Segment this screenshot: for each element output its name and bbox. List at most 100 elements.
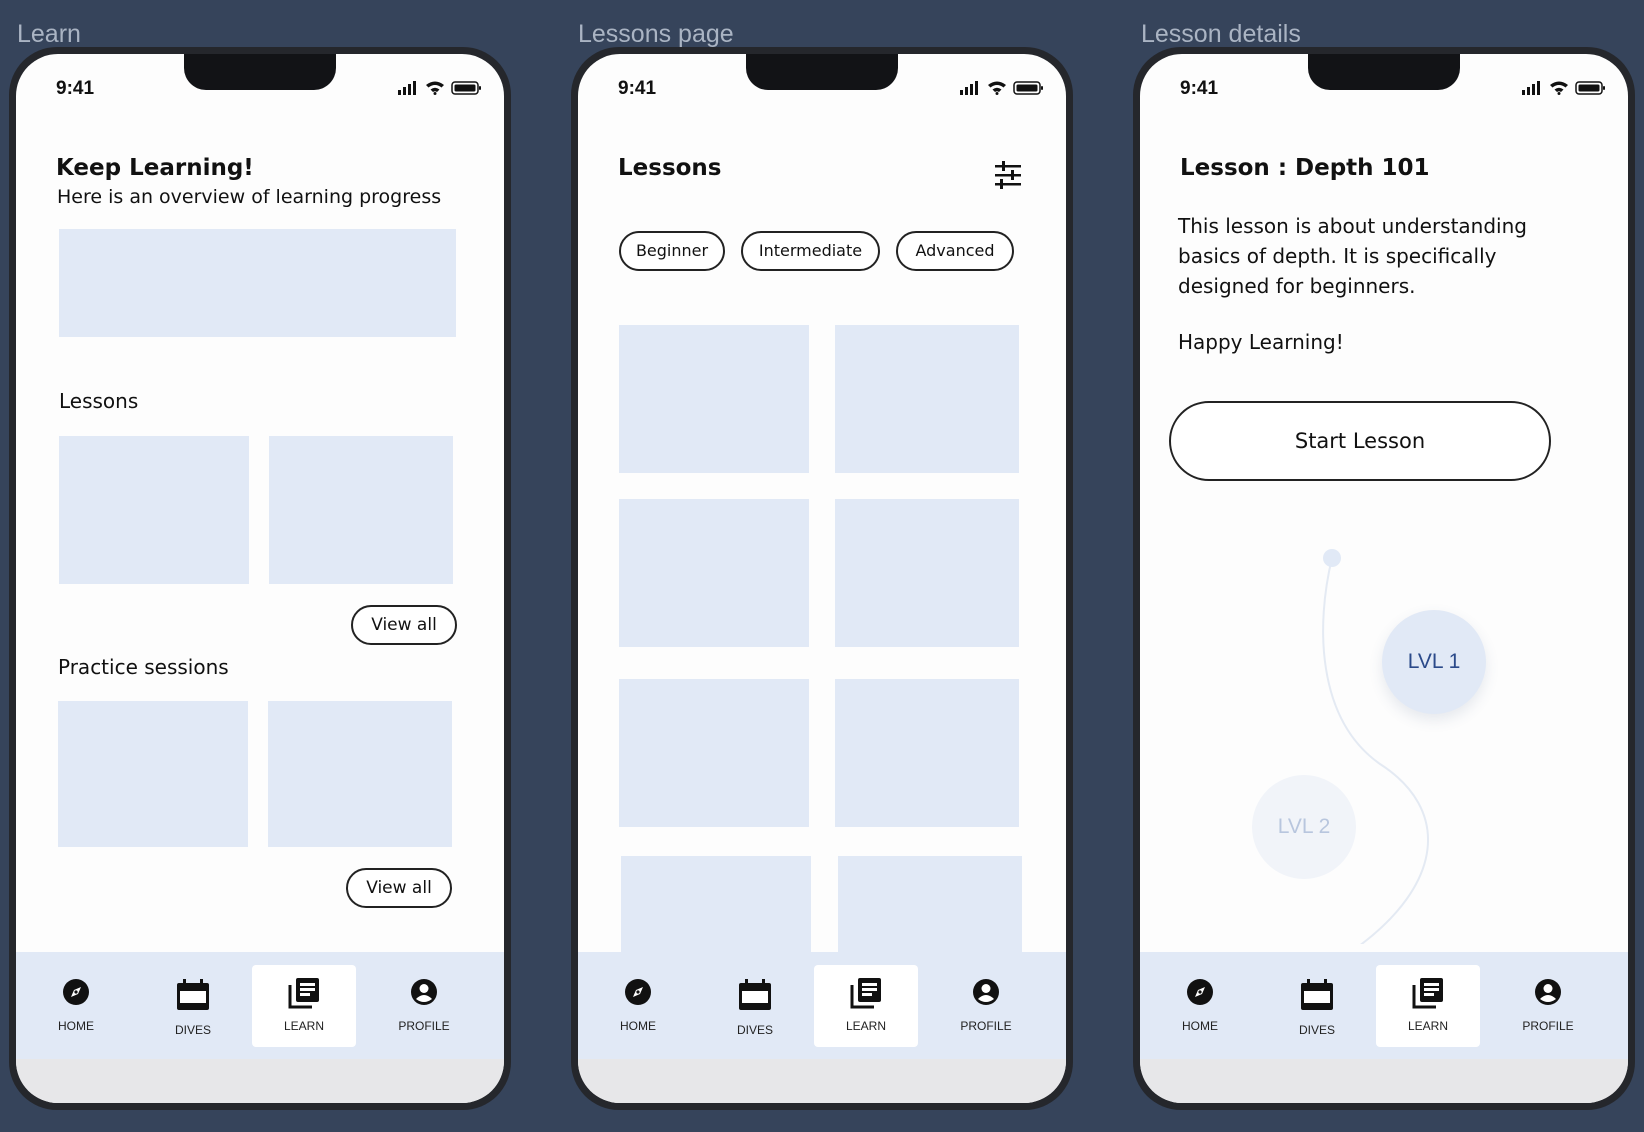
tab-bar: HOME DIVES LEARN PROFILE	[16, 952, 504, 1059]
compass-icon	[625, 979, 651, 1005]
description-line: designed for beginners.	[1178, 274, 1416, 298]
tab-label: HOME	[1182, 1019, 1218, 1033]
calendar-icon	[1301, 979, 1333, 1010]
page-title: Lessons	[618, 155, 722, 181]
tab-profile[interactable]: PROFILE	[1496, 965, 1600, 1047]
tab-learn[interactable]: LEARN	[1376, 965, 1480, 1047]
tab-label: LEARN	[1407, 1019, 1448, 1033]
tab-dives[interactable]: DIVES	[1265, 965, 1369, 1047]
tab-label: PROFILE	[960, 1019, 1012, 1033]
start-lesson-button[interactable]: Start Lesson	[1169, 401, 1551, 481]
lessons-view-all-button[interactable]: View all	[351, 605, 457, 645]
notch	[746, 54, 898, 90]
practice-sessions-heading: Practice sessions	[58, 655, 229, 679]
tab-home[interactable]: HOME	[1148, 965, 1252, 1047]
screen-lesson-details: 9:41 Lesson : Depth 101 This lesson is a…	[1140, 54, 1628, 1103]
wifi-icon	[1550, 81, 1568, 95]
battery-icon	[451, 81, 481, 95]
tab-dives[interactable]: DIVES	[141, 965, 245, 1047]
page-subtitle: Here is an overview of learning progress	[57, 186, 442, 208]
lesson-description: This lesson is about understanding basic…	[1178, 211, 1527, 301]
tab-learn[interactable]: LEARN	[814, 965, 918, 1047]
calendar-icon	[177, 979, 209, 1010]
tab-label: DIVES	[1298, 1023, 1335, 1037]
notch	[1308, 54, 1460, 90]
tab-label: LEARN	[283, 1019, 324, 1033]
tab-label: LEARN	[845, 1019, 886, 1033]
tab-label: PROFILE	[398, 1019, 450, 1033]
practice-card[interactable]	[268, 701, 452, 847]
lessons-heading: Lessons	[59, 389, 139, 413]
practice-view-all-button[interactable]: View all	[346, 868, 452, 908]
frame-label-learn: Learn	[17, 20, 81, 48]
level-1-node[interactable]: LVL 1	[1382, 610, 1486, 714]
tab-profile[interactable]: PROFILE	[372, 965, 476, 1047]
sliders-icon[interactable]	[994, 161, 1022, 189]
tab-profile[interactable]: PROFILE	[934, 965, 1038, 1047]
filter-intermediate[interactable]: Intermediate	[741, 231, 880, 271]
signal-icon	[1522, 81, 1540, 95]
status-icons	[1522, 81, 1605, 95]
screen-learn: 9:41 Keep Learning! Here is an overview …	[16, 54, 504, 1103]
tab-bar: HOME DIVES LEARN PROFILE	[1140, 952, 1628, 1059]
tab-learn[interactable]: LEARN	[252, 965, 356, 1047]
battery-icon	[1575, 81, 1605, 95]
frame-label-lessons-page: Lessons page	[578, 20, 734, 48]
screen-lessons-page: 9:41 Lessons Beginner Intermediate Advan…	[578, 54, 1066, 1103]
user-circle-icon	[1535, 979, 1561, 1005]
lesson-greeting: Happy Learning!	[1178, 330, 1344, 354]
phone-learn: 9:41 Keep Learning! Here is an overview …	[9, 47, 511, 1110]
filter-advanced[interactable]: Advanced	[896, 231, 1014, 271]
user-circle-icon	[973, 979, 999, 1005]
filter-beginner[interactable]: Beginner	[619, 231, 725, 271]
library-icon	[288, 978, 319, 1009]
calendar-icon	[739, 979, 771, 1010]
status-time: 9:41	[56, 78, 95, 99]
phone-lessons-page: 9:41 Lessons Beginner Intermediate Advan…	[571, 47, 1073, 1110]
level-path	[1322, 549, 1429, 944]
tab-label: HOME	[620, 1019, 656, 1033]
lesson-card[interactable]	[619, 679, 809, 827]
library-icon	[850, 978, 881, 1009]
tab-label: DIVES	[174, 1023, 211, 1037]
lesson-card[interactable]	[835, 679, 1019, 827]
notch	[184, 54, 336, 90]
library-icon	[1412, 978, 1443, 1009]
practice-card[interactable]	[58, 701, 248, 847]
wifi-icon	[426, 81, 444, 95]
level-2-node[interactable]: LVL 2	[1252, 775, 1356, 879]
status-time: 9:41	[1180, 78, 1219, 99]
tab-home[interactable]: HOME	[586, 965, 690, 1047]
phone-lesson-details: 9:41 Lesson : Depth 101 This lesson is a…	[1133, 47, 1635, 1110]
battery-icon	[1013, 81, 1043, 95]
signal-icon	[960, 81, 978, 95]
lesson-card[interactable]	[835, 499, 1019, 647]
tab-bar: HOME DIVES LEARN PROFILE	[578, 952, 1066, 1059]
tab-label: DIVES	[736, 1023, 773, 1037]
signal-icon	[398, 81, 416, 95]
status-icons	[398, 81, 481, 95]
lesson-card[interactable]	[269, 436, 453, 584]
tab-home[interactable]: HOME	[24, 965, 128, 1047]
lesson-card[interactable]	[59, 436, 249, 584]
lesson-card[interactable]	[619, 325, 809, 473]
compass-icon	[1187, 979, 1213, 1005]
home-indicator-area	[16, 1059, 504, 1103]
progress-overview-card[interactable]	[59, 229, 456, 337]
home-indicator-area	[1140, 1059, 1628, 1103]
tab-label: PROFILE	[1522, 1019, 1574, 1033]
description-line: This lesson is about understanding	[1178, 214, 1527, 238]
page-title: Keep Learning!	[56, 155, 254, 181]
tab-label: HOME	[58, 1019, 94, 1033]
lesson-card[interactable]	[835, 325, 1019, 473]
status-time: 9:41	[618, 78, 657, 99]
frame-label-lesson-details: Lesson details	[1141, 20, 1301, 48]
description-line: basics of depth. It is specifically	[1178, 244, 1497, 268]
lesson-title: Lesson : Depth 101	[1180, 155, 1430, 181]
compass-icon	[63, 979, 89, 1005]
home-indicator-area	[578, 1059, 1066, 1103]
tab-dives[interactable]: DIVES	[703, 965, 807, 1047]
user-circle-icon	[411, 979, 437, 1005]
lesson-card[interactable]	[619, 499, 809, 647]
wifi-icon	[988, 81, 1006, 95]
